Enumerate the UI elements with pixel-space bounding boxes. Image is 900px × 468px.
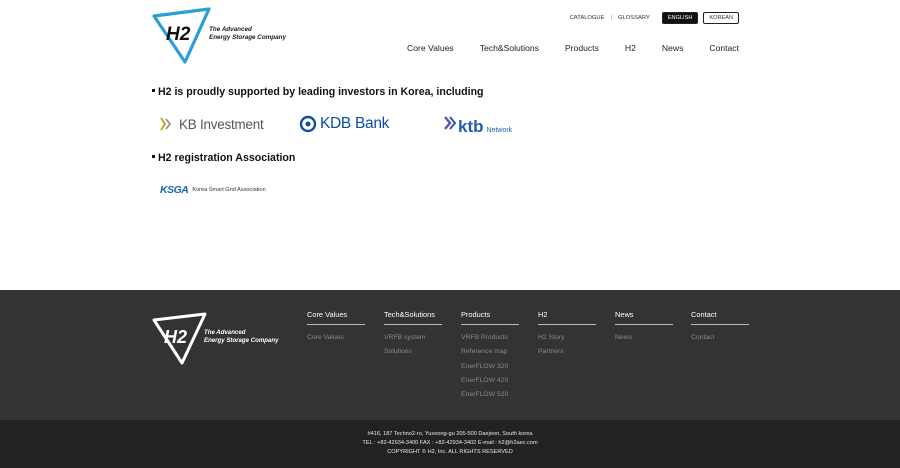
footer-col-heading[interactable]: Contact (691, 310, 749, 325)
main-navigation: Core Values Tech&Solutions Products H2 N… (381, 43, 739, 53)
footer-tagline-line1: The Advanced (204, 329, 246, 336)
footer-logo-triangle-icon: H2 (152, 312, 207, 365)
footer-link[interactable]: H2 Story (538, 331, 596, 345)
footer-link[interactable]: EnerFLOW 420 (461, 374, 519, 388)
footer-col-core-values: Core Values Core Values (307, 310, 365, 345)
footer-address: #416, 187 Techno2-ro, Yuseong-gu 205-500… (367, 431, 533, 437)
footer-logo-h2-text: H2 (164, 327, 187, 347)
footer-copyright: COPYRIGHT © H2, Inc. ALL RIGHTS RESERVED (387, 449, 513, 455)
kb-investment-logo: KB Investment (157, 116, 264, 132)
footer-tagline-line2: Energy Storage Company (204, 336, 279, 344)
footer-col-heading[interactable]: H2 (538, 310, 596, 325)
kdb-bank-text: KDB Bank (320, 115, 390, 132)
site-header: H2 The Advanced Energy Storage Company C… (0, 0, 900, 80)
english-button[interactable]: ENGLISH (661, 12, 699, 24)
footer-link[interactable]: VRFB system (384, 331, 442, 345)
nav-contact[interactable]: Contact (709, 43, 739, 53)
logo-h2-text: H2 (166, 24, 191, 45)
footer-link[interactable]: News (615, 331, 673, 345)
association-title: H2 registration Association (152, 152, 295, 164)
nav-h2[interactable]: H2 (625, 43, 636, 53)
kb-star-icon (160, 117, 172, 131)
footer-link[interactable]: Reference map (461, 345, 519, 359)
nav-news[interactable]: News (662, 43, 684, 53)
logo-triangle-icon: H2 (152, 7, 211, 64)
korean-button[interactable]: KOREAN (703, 12, 739, 24)
language-switch: ENGLISH KOREAN (661, 12, 739, 24)
ktb-text: ktb (458, 117, 484, 136)
ktb-network-logo: ktb Network (443, 113, 513, 136)
util-separator: | (610, 15, 613, 21)
footer-col-heading[interactable]: Products (461, 310, 519, 325)
ktb-symbol-icon (444, 116, 457, 130)
footer-col-tech-solutions: Tech&Solutions VRFB system Solutions (384, 310, 442, 360)
nav-products[interactable]: Products (565, 43, 599, 53)
footer-col-heading[interactable]: Tech&Solutions (384, 310, 442, 325)
footer-link[interactable]: EnerFLOW 520 (461, 388, 519, 402)
nav-core-values[interactable]: Core Values (407, 43, 454, 53)
glossary-link[interactable]: GLOSSARY (618, 15, 650, 21)
ksga-abbr: KSGA (160, 184, 189, 196)
footer-logo-tagline: The Advanced Energy Storage Company (204, 329, 294, 344)
kdb-symbol-icon (299, 115, 317, 133)
catalogue-link[interactable]: CATALOGUE (570, 15, 605, 21)
footer-link[interactable]: VRFB Products (461, 331, 519, 345)
nav-tech-solutions[interactable]: Tech&Solutions (480, 43, 539, 53)
footer-col-heading[interactable]: News (615, 310, 673, 325)
footer-col-heading[interactable]: Core Values (307, 310, 365, 325)
footer-col-news: News News (615, 310, 673, 345)
tagline-line1: The Advanced (209, 26, 252, 33)
kdb-bank-logo: KDB Bank (299, 115, 389, 133)
footer-contact-info: TEL : +82-42934-3400 FAX : +82-42934-340… (362, 440, 538, 446)
footer-logo[interactable]: H2 The Advanced Energy Storage Company (152, 311, 292, 366)
footer-link[interactable]: EnerFLOW 320 (461, 360, 519, 374)
footer-bottom-bar: #416, 187 Techno2-ro, Yuseong-gu 205-500… (0, 420, 900, 468)
footer-link[interactable]: Partners (538, 345, 596, 359)
investors-title: H2 is proudly supported by leading inves… (152, 86, 484, 98)
footer-col-products: Products VRFB Products Reference map Ene… (461, 310, 519, 402)
site-footer: H2 The Advanced Energy Storage Company C… (0, 290, 900, 420)
ksga-logo: KSGA Korea Smart Grid Association (160, 184, 266, 196)
footer-col-contact: Contact Contact (691, 310, 749, 345)
h2-logo[interactable]: H2 The Advanced Energy Storage Company (152, 6, 302, 64)
kb-investment-text: KB Investment (179, 116, 264, 132)
ksga-name: Korea Smart Grid Association (192, 187, 266, 193)
logo-tagline: The Advanced Energy Storage Company (209, 26, 304, 41)
footer-link[interactable]: Contact (691, 331, 749, 345)
ktb-network-text: Network (486, 126, 513, 134)
footer-col-h2: H2 H2 Story Partners (538, 310, 596, 360)
footer-link[interactable]: Core Values (307, 331, 365, 345)
tagline-line2: Energy Storage Company (209, 33, 286, 41)
footer-link[interactable]: Solutions (384, 345, 442, 359)
utility-menu: CATALOGUE | GLOSSARY ENGLISH KOREAN (570, 12, 739, 24)
